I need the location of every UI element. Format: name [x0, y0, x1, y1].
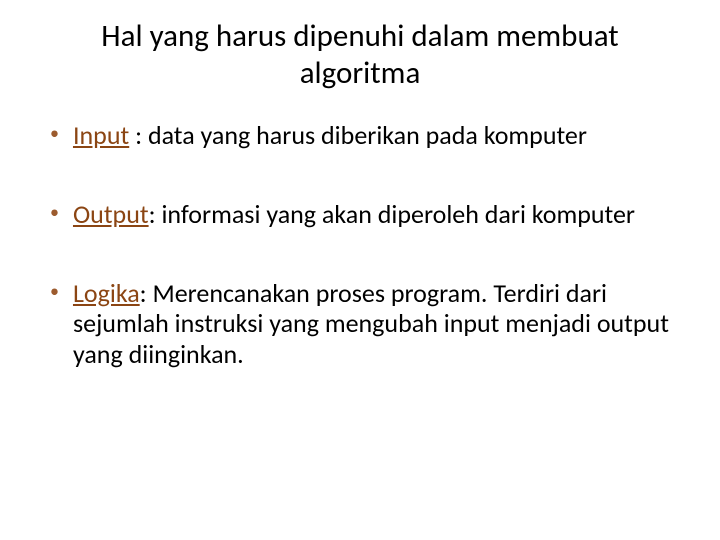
bullet-icon: •	[50, 199, 59, 226]
list-item: • Output: informasi yang akan diperoleh …	[44, 199, 676, 230]
bullet-text: Logika: Merencanakan proses program. Ter…	[73, 278, 676, 370]
bullet-icon: •	[50, 278, 59, 305]
term: Logika	[73, 277, 140, 309]
separator: :	[129, 119, 148, 151]
separator: :	[149, 198, 162, 230]
term: Input	[73, 119, 129, 151]
separator: :	[140, 277, 153, 309]
bullet-text: Output: informasi yang akan diperoleh da…	[73, 199, 635, 230]
bullet-text: Input : data yang harus diberikan pada k…	[73, 120, 587, 151]
description: Merencanakan proses program. Terdiri dar…	[73, 277, 669, 370]
list-item: • Logika: Merencanakan proses program. T…	[44, 278, 676, 370]
bullet-icon: •	[50, 120, 59, 147]
list-item: • Input : data yang harus diberikan pada…	[44, 120, 676, 151]
description: informasi yang akan diperoleh dari kompu…	[161, 198, 635, 230]
slide-title: Hal yang harus dipenuhi dalam membuat al…	[44, 18, 676, 92]
description: data yang harus diberikan pada komputer	[148, 119, 587, 151]
term: Output	[73, 198, 149, 230]
